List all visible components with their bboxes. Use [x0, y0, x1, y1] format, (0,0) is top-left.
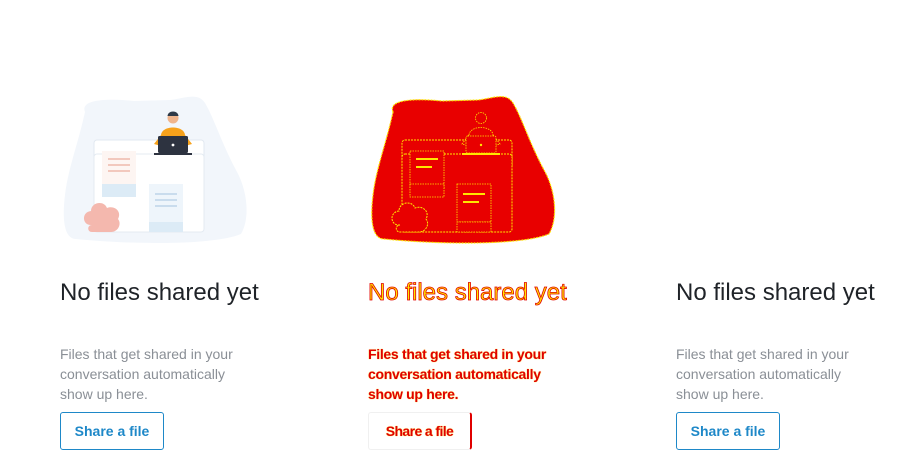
empty-state-highlighted: No files shared yet Files that get share… — [368, 0, 578, 470]
empty-state-text-only: No files shared yet Files that get share… — [676, 0, 886, 470]
empty-state-normal: No files shared yet Files that get share… — [60, 0, 270, 470]
empty-state-description: Files that get shared in your conversati… — [676, 346, 849, 402]
empty-state-description: Files that get shared in your conversati… — [60, 346, 233, 402]
files-illustration-icon-red-highlighted — [368, 94, 568, 244]
empty-state-title: No files shared yet — [368, 279, 568, 307]
empty-state-title: No files shared yet — [676, 279, 875, 306]
files-illustration-icon — [60, 94, 260, 244]
share-file-button[interactable]: Share a file — [368, 412, 472, 450]
share-file-button[interactable]: Share a file — [676, 412, 780, 450]
empty-state-title: No files shared yet — [60, 279, 259, 306]
share-file-button[interactable]: Share a file — [60, 412, 164, 450]
empty-state-description: Files that get shared in your conversati… — [368, 346, 547, 402]
